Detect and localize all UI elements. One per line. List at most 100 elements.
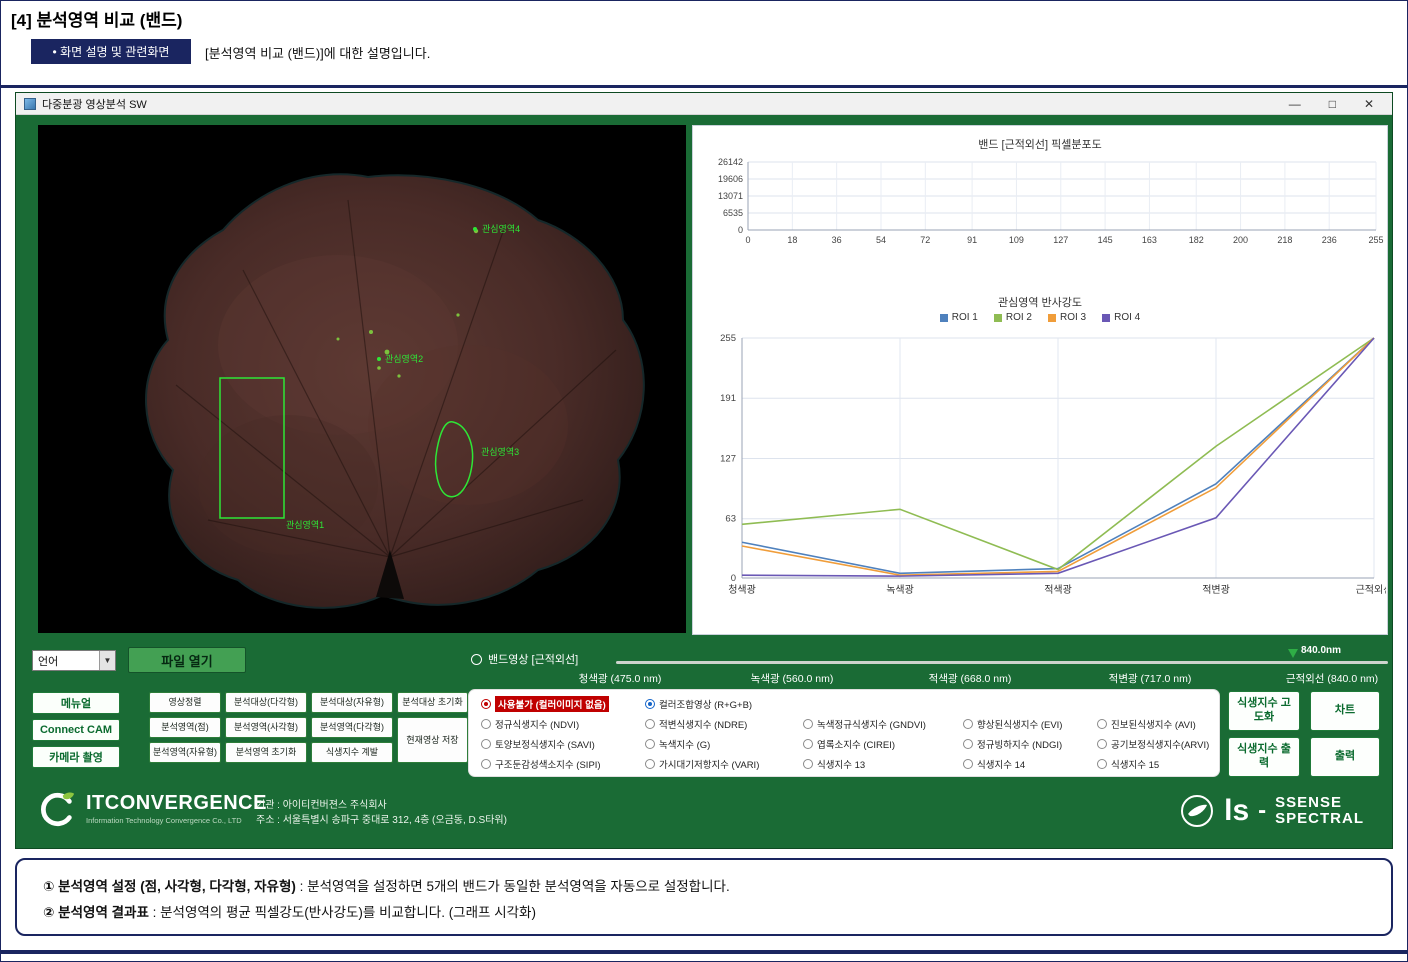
target-polygon-button[interactable]: 분석대상(다각형) <box>225 692 307 713</box>
index-column-4: 향상된식생지수 (EVI) 정규빙하지수 (NDGI) 식생지수 14 <box>963 716 1062 771</box>
radio-ndgi[interactable]: 정규빙하지수 (NDGI) <box>963 736 1062 751</box>
radio-rgb-composite[interactable]: 컬러조합영상 (R+G+B) <box>645 696 759 711</box>
roi-reset-button[interactable]: 분석영역 초기화 <box>225 742 307 763</box>
band-label-nir: 근적외선 (840.0 nm) <box>1286 671 1378 686</box>
radio-unavailable[interactable]: 사용불가 (컬러이미지 없음) <box>481 696 609 711</box>
radio-icon <box>481 739 491 749</box>
note-line-2: ② 분석영역 결과표 : 분석영역의 평균 픽셀강도(반사강도)를 비교합니다.… <box>43 901 536 921</box>
radio-arvi[interactable]: 공기보정식생지수(ARVI) <box>1097 736 1209 751</box>
radio-g-index[interactable]: 녹색지수 (G) <box>645 736 759 751</box>
legend-item: ROI 4 <box>1102 312 1140 323</box>
ssense-spectral-logo: ls - SSENSE SPECTRAL <box>1179 793 1364 829</box>
svg-text:근적외선: 근적외선 <box>1356 584 1386 596</box>
svg-text:109: 109 <box>1009 235 1024 245</box>
legend-item: ROI 1 <box>940 312 978 323</box>
svg-text:36: 36 <box>832 235 842 245</box>
svg-text:163: 163 <box>1142 235 1157 245</box>
dropdown-arrow-icon[interactable]: ▼ <box>99 651 115 670</box>
image-viewer[interactable]: 관심영역1 관심영역2 관심영역3 관심영역4 <box>38 125 686 633</box>
radio-cirei[interactable]: 엽록소지수 (CIREI) <box>803 736 926 751</box>
band-image-radio-label: 밴드영상 [근적외선] <box>488 651 578 667</box>
roi-reflectance-chart: 063127191255청색광녹색광적색광적변광근적외선 <box>696 326 1386 598</box>
print-button[interactable]: 출력 <box>1310 737 1380 777</box>
index-column-5: 진보된식생지수 (AVI) 공기보정식생지수(ARVI) 식생지수 15 <box>1097 716 1209 771</box>
band-histogram-chart: 0653513071196062614201836547291109127145… <box>696 154 1386 252</box>
window-title: 다중분광 영상분석 SW <box>42 96 147 112</box>
roi-point-button[interactable]: 분석영역(점) <box>149 717 221 738</box>
page-title: [4] 분석영역 비교 (밴드) <box>11 6 182 31</box>
legend-item: ROI 2 <box>994 312 1032 323</box>
svg-text:91: 91 <box>967 235 977 245</box>
band-label-blue: 청색광 (475.0 nm) <box>579 671 662 686</box>
target-freeform-button[interactable]: 분석대상(자유형) <box>311 692 393 713</box>
slider-thumb-icon[interactable] <box>1288 649 1298 658</box>
minimize-button[interactable]: — <box>1289 97 1301 111</box>
vi-print-button[interactable]: 식생지수 출력 <box>1228 737 1300 777</box>
radio-sipi[interactable]: 구조둔감성색소지수 (SIPI) <box>481 756 609 771</box>
reflectance-chart-title: 관심영역 반사강도 <box>693 294 1387 310</box>
close-button[interactable]: ✕ <box>1364 97 1374 111</box>
radio-evi[interactable]: 향상된식생지수 (EVI) <box>963 716 1062 731</box>
index-column-2: 컬러조합영상 (R+G+B) 적변식생지수 (NDRE) 녹색지수 (G) 가시… <box>645 696 759 771</box>
language-select-value: 언어 <box>38 653 58 669</box>
roi-point-2[interactable] <box>377 357 381 361</box>
target-reset-button[interactable]: 분석대상 초기화 <box>397 692 468 713</box>
vi-develop-button[interactable]: 식생지수 계발 <box>311 742 393 763</box>
svg-text:6535: 6535 <box>723 208 743 218</box>
radio-icon <box>471 654 482 665</box>
roi-label-3: 관심영역3 <box>481 447 519 457</box>
svg-text:255: 255 <box>720 333 736 344</box>
svg-text:127: 127 <box>1053 235 1068 245</box>
roi-label-2: 관심영역2 <box>385 354 423 364</box>
svg-text:127: 127 <box>720 453 736 464</box>
radio-vi15[interactable]: 식생지수 15 <box>1097 756 1209 771</box>
wavelength-slider[interactable] <box>616 661 1388 664</box>
radio-vari[interactable]: 가시대기저항지수 (VARI) <box>645 756 759 771</box>
language-select[interactable]: 언어 ▼ <box>32 650 116 671</box>
radio-avi[interactable]: 진보된식생지수 (AVI) <box>1097 716 1209 731</box>
radio-icon <box>645 699 655 709</box>
vegetation-index-panel: 사용불가 (컬러이미지 없음) 정규식생지수 (NDVI) 토양보정식생지수 (… <box>468 689 1220 777</box>
svg-text:218: 218 <box>1277 235 1292 245</box>
radio-icon <box>963 759 973 769</box>
chart-button[interactable]: 차트 <box>1310 691 1380 731</box>
itconvergence-logo: ITCONVERGENCE Information Technology Con… <box>38 790 267 828</box>
save-current-image-button[interactable]: 현재영상 저장 <box>397 717 468 763</box>
itconvergence-logo-text: ITCONVERGENCE <box>86 793 267 813</box>
svg-text:255: 255 <box>1368 235 1383 245</box>
camera-capture-button[interactable]: 카메라 촬영 <box>32 746 120 768</box>
image-align-button[interactable]: 영상정렬 <box>149 692 221 713</box>
app-window: 다중분광 영상분석 SW — □ ✕ <box>15 92 1393 849</box>
section-label: • 화면 설명 및 관련화면 <box>31 39 191 64</box>
radio-vi13[interactable]: 식생지수 13 <box>803 756 926 771</box>
radio-ndre[interactable]: 적변식생지수 (NDRE) <box>645 716 759 731</box>
open-file-button[interactable]: 파일 열기 <box>128 647 246 673</box>
radio-vi14[interactable]: 식생지수 14 <box>963 756 1062 771</box>
bottom-divider <box>1 950 1407 954</box>
manual-button[interactable]: 메뉴얼 <box>32 692 120 714</box>
svg-text:적변광: 적변광 <box>1202 584 1230 596</box>
svg-text:0: 0 <box>738 225 743 235</box>
radio-savi[interactable]: 토양보정식생지수 (SAVI) <box>481 736 609 751</box>
roi-point-4[interactable] <box>473 227 477 231</box>
window-footer: ITCONVERGENCE Information Technology Con… <box>16 782 1392 848</box>
connect-cam-button[interactable]: Connect CAM <box>32 719 120 741</box>
maximize-button[interactable]: □ <box>1329 97 1336 111</box>
window-titlebar: 다중분광 영상분석 SW — □ ✕ <box>16 93 1392 115</box>
page: [4] 분석영역 비교 (밴드) • 화면 설명 및 관련화면 [분석영역 비교… <box>0 0 1408 962</box>
brand-ssense-text: SSENSE <box>1275 795 1364 812</box>
note-2-title: ② 분석영역 결과표 <box>43 905 149 920</box>
vi-enhance-button[interactable]: 식생지수 고도화 <box>1228 691 1300 731</box>
roi-rect-button[interactable]: 분석영역(사각형) <box>225 717 307 738</box>
roi-freeform-button[interactable]: 분석영역(자유형) <box>149 742 221 763</box>
roi-polygon-button[interactable]: 분석영역(다각형) <box>311 717 393 738</box>
svg-text:녹색광: 녹색광 <box>886 584 914 596</box>
radio-gndvi[interactable]: 녹색정규식생지수 (GNDVI) <box>803 716 926 731</box>
app-icon <box>24 98 36 110</box>
svg-text:18: 18 <box>787 235 797 245</box>
band-image-radio[interactable]: 밴드영상 [근적외선] <box>471 651 578 667</box>
radio-icon <box>481 759 491 769</box>
svg-text:26142: 26142 <box>718 157 743 167</box>
radio-ndvi[interactable]: 정규식생지수 (NDVI) <box>481 716 609 731</box>
index-column-3: 녹색정규식생지수 (GNDVI) 엽록소지수 (CIREI) 식생지수 13 <box>803 716 926 771</box>
